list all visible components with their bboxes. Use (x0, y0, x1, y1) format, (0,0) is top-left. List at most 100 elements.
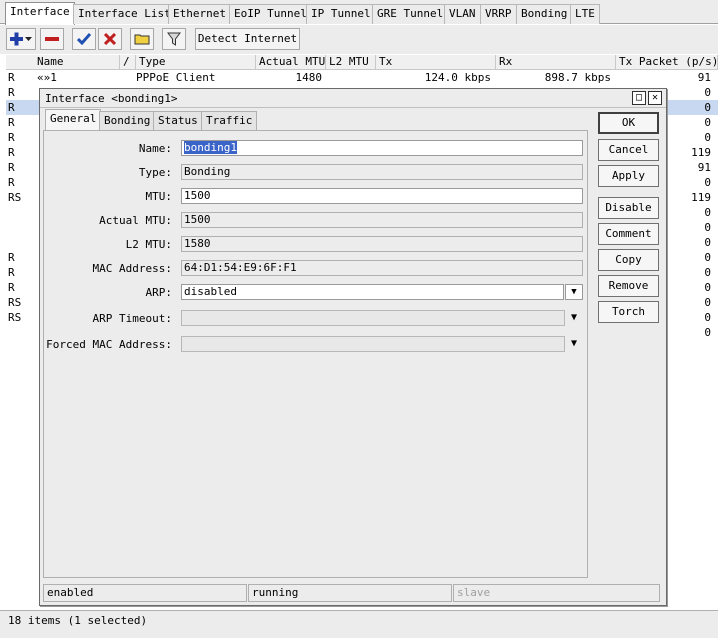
type-field: Bonding (181, 164, 583, 180)
col-tx[interactable]: Tx (376, 55, 496, 70)
row-flag: R (8, 266, 15, 279)
plus-icon (10, 32, 32, 46)
type-label: Type: (138, 166, 172, 179)
arp-select[interactable]: disabled (181, 284, 564, 300)
close-button[interactable]: ✕ (648, 91, 662, 105)
interface-tabs-bar: Interface Interface List Ethernet EoIP T… (0, 0, 718, 25)
row-tx: 124.0 kbps (424, 71, 491, 84)
arp-timeout-expand-icon[interactable]: ▼ (567, 312, 581, 323)
disable-button[interactable] (98, 28, 122, 50)
tab-interface[interactable]: Interface (5, 2, 75, 25)
tab-vrrp[interactable]: VRRP (480, 4, 517, 24)
actual-mtu-label: Actual MTU: (99, 214, 172, 227)
row-flag: R (8, 176, 15, 189)
maximize-button[interactable]: □ (632, 91, 646, 105)
folder-icon (134, 34, 150, 45)
row-tx-packet: 91 (697, 71, 711, 84)
row-l2-mtu (326, 70, 372, 85)
dialog-title-bar[interactable]: Interface <bonding1> □ ✕ (40, 89, 666, 108)
actual-mtu-field: 1500 (181, 212, 583, 228)
general-panel: Name: bonding1 Type: Bonding MTU: 1500 A… (43, 130, 588, 578)
tab-ip-tunnel[interactable]: IP Tunnel (306, 4, 376, 24)
status-enabled: enabled (43, 584, 247, 602)
row-flag (8, 235, 32, 250)
mtu-label: MTU: (145, 190, 173, 203)
table-row[interactable]: R «»1 PPPoE Client 1480 124.0 kbps 898.7… (6, 70, 718, 85)
toolbar: Detect Internet (0, 25, 718, 54)
copy-button[interactable]: Copy (598, 249, 659, 271)
col-actual-mtu[interactable]: Actual MTU (256, 55, 326, 70)
torch-button[interactable]: Torch (598, 301, 659, 323)
row-actual-mtu: 1480 (295, 71, 323, 84)
enable-button[interactable] (72, 28, 96, 50)
remove-interface-button[interactable]: Remove (598, 275, 659, 297)
dialog-tab-status[interactable]: Status (153, 111, 203, 130)
tab-ethernet[interactable]: Ethernet (168, 4, 231, 24)
l2-mtu-label: L2 MTU: (125, 238, 172, 251)
row-flag: RS (8, 191, 22, 204)
forced-mac-label: Forced MAC Address: (46, 338, 172, 351)
tab-bonding[interactable]: Bonding (516, 4, 573, 24)
row-flag: R (8, 131, 15, 144)
remove-button[interactable] (40, 28, 64, 50)
name-label: Name: (138, 142, 172, 155)
forced-mac-expand-icon[interactable]: ▼ (567, 338, 581, 349)
tab-gre-tunnel[interactable]: GRE Tunnel (372, 4, 449, 24)
interface-dialog: Interface <bonding1> □ ✕ General Bonding… (39, 88, 667, 606)
items-count: 18 items (1 selected) (8, 614, 148, 627)
add-button[interactable] (6, 28, 36, 50)
close-icon: ✕ (651, 92, 659, 103)
comment-button[interactable] (130, 28, 154, 50)
apply-button[interactable]: Apply (598, 165, 659, 187)
col-tx-packet[interactable]: Tx Packet (p/s) (616, 55, 718, 70)
dialog-tab-traffic[interactable]: Traffic (201, 111, 258, 130)
filter-button[interactable] (162, 28, 186, 50)
dialog-tab-bonding[interactable]: Bonding (99, 111, 156, 130)
filter-icon (167, 32, 181, 46)
name-input[interactable]: bonding1 (181, 140, 583, 156)
row-flag: RS (8, 296, 22, 309)
col-type[interactable]: Type (136, 55, 256, 70)
mtu-input[interactable]: 1500 (181, 188, 583, 204)
row-name: «»1 (37, 71, 57, 84)
minus-icon (45, 37, 59, 41)
row-flag: R (8, 251, 15, 264)
chevron-down-icon: ▼ (571, 287, 577, 297)
status-slave: slave (453, 584, 660, 602)
row-flag (8, 220, 32, 235)
arp-label: ARP: (145, 286, 173, 299)
row-flag: R (8, 116, 15, 129)
col-sort-indicator[interactable]: / (120, 55, 136, 70)
tab-vlan[interactable]: VLAN (444, 4, 481, 24)
tab-interface-list[interactable]: Interface List (73, 4, 176, 24)
interface-table-header: Name / Type Actual MTU L2 MTU Tx Rx Tx P… (6, 55, 718, 70)
disable-interface-button[interactable]: Disable (598, 197, 659, 219)
row-flag: R (8, 146, 15, 159)
forced-mac-input[interactable] (181, 336, 565, 352)
row-flag: R (8, 161, 15, 174)
check-icon (77, 33, 91, 45)
l2-mtu-field: 1580 (181, 236, 583, 252)
row-rx: 898.7 kbps (544, 71, 611, 84)
tab-lte[interactable]: LTE (570, 4, 600, 24)
cancel-button[interactable]: Cancel (598, 139, 659, 161)
col-rx[interactable]: Rx (496, 55, 616, 70)
row-flag: R (8, 86, 15, 99)
dialog-tab-general[interactable]: General (45, 109, 102, 131)
arp-timeout-input[interactable] (181, 310, 565, 326)
row-flag: R (8, 101, 15, 114)
tab-eoip-tunnel[interactable]: EoIP Tunnel (229, 4, 312, 24)
status-footer: 18 items (1 selected) (0, 610, 718, 638)
row-flag: R (8, 281, 15, 294)
ok-button[interactable]: OK (598, 112, 659, 134)
comment-interface-button[interactable]: Comment (598, 223, 659, 245)
arp-dropdown-button[interactable]: ▼ (565, 284, 583, 300)
detect-internet-button[interactable]: Detect Internet (195, 28, 300, 50)
col-l2-mtu[interactable]: L2 MTU (326, 55, 376, 70)
cross-icon (104, 33, 116, 45)
mac-address-label: MAC Address: (92, 262, 172, 275)
row-flag: R (8, 71, 15, 84)
mac-address-field: 64:D1:54:E9:6F:F1 (181, 260, 583, 276)
row-type: PPPoE Client (136, 71, 216, 84)
col-name[interactable]: Name (34, 55, 120, 70)
